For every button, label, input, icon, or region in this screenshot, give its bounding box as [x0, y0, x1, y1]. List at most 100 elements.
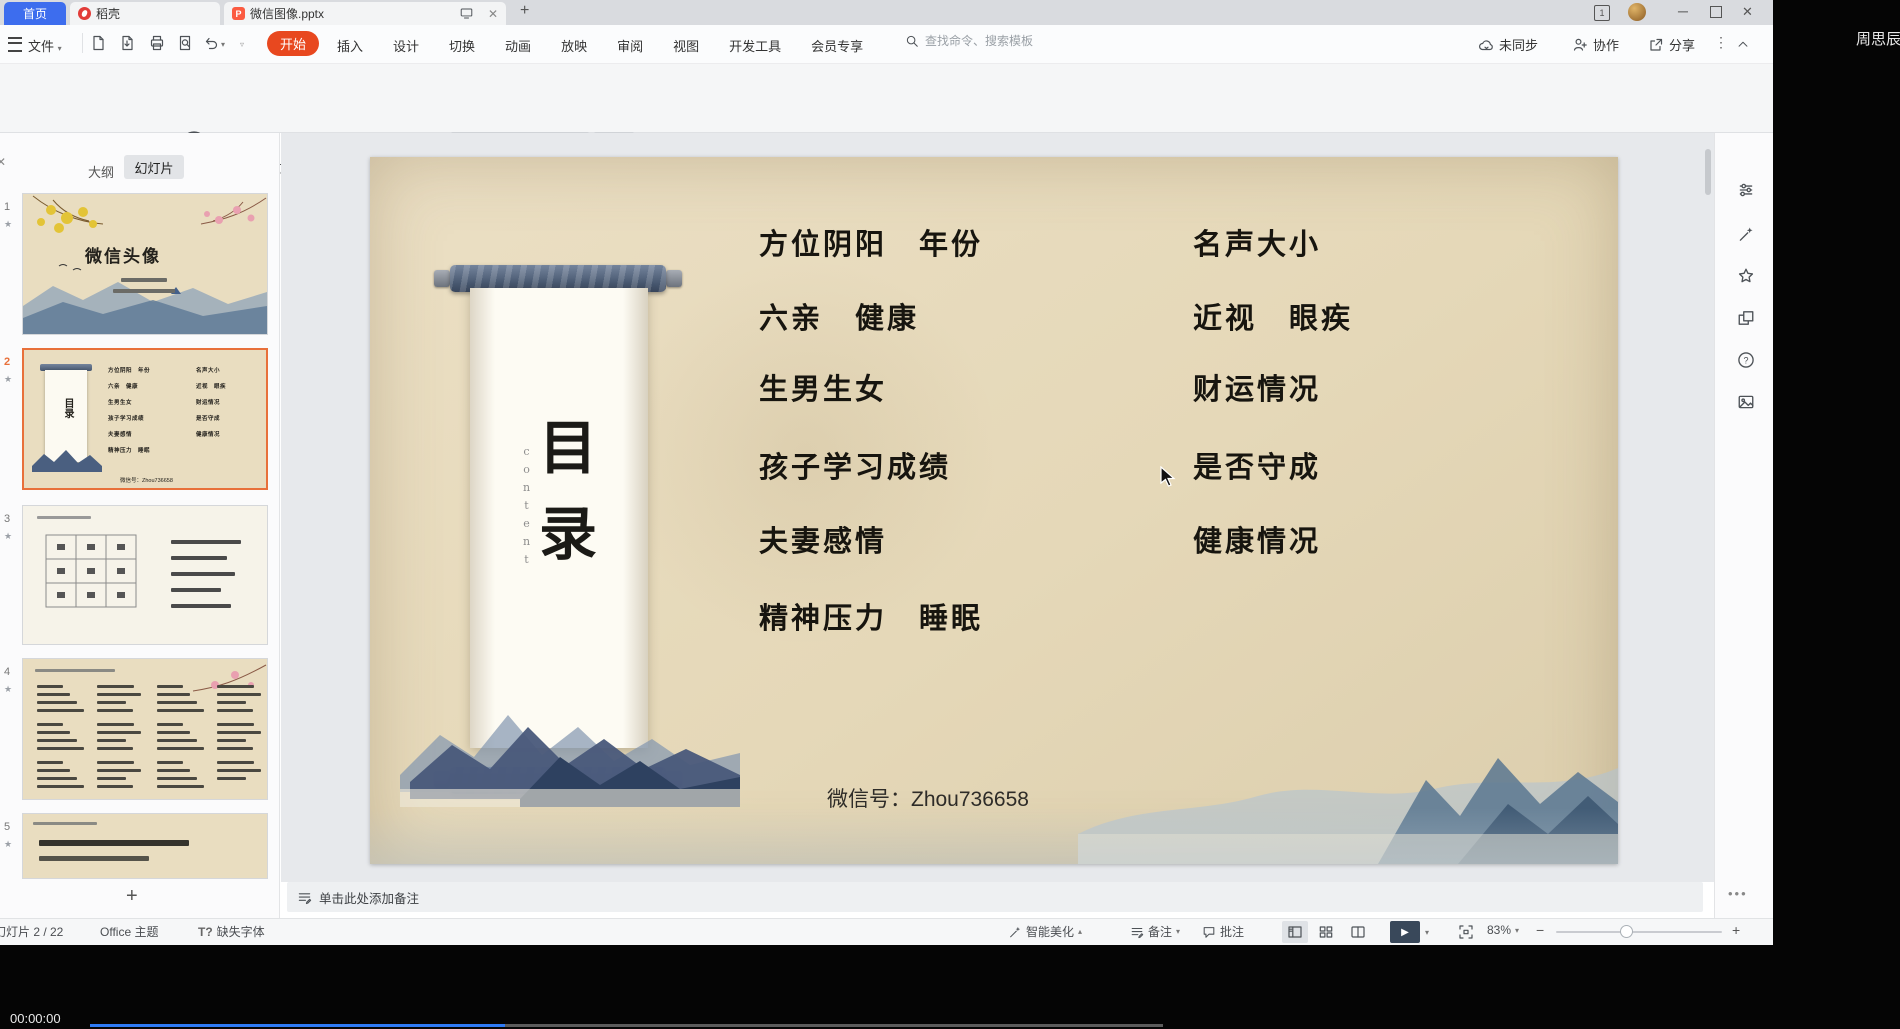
export-icon[interactable] — [119, 35, 135, 51]
print-preview-icon[interactable] — [177, 35, 193, 51]
save-icon[interactable] — [90, 35, 106, 51]
collab-button[interactable]: 协作 — [1572, 35, 1619, 54]
toc-item[interactable]: 精神压力 睡眠 — [759, 595, 983, 637]
zoom-level[interactable]: 83% ▾ — [1487, 923, 1519, 937]
thumb4-text-bar — [37, 739, 77, 742]
notes-bar[interactable]: 单击此处添加备注 — [287, 882, 1703, 912]
toc-item[interactable]: 六亲 健康 — [759, 295, 919, 337]
menu-design[interactable]: 设计 — [393, 36, 419, 55]
menu-file[interactable]: 文件 ▾ — [28, 36, 62, 55]
zoom-slider-thumb[interactable] — [1620, 925, 1633, 938]
theme-label[interactable]: Office 主题 — [100, 923, 158, 940]
thumb4-text-bar — [217, 761, 254, 764]
comments-icon — [1202, 925, 1216, 939]
help-panel-icon[interactable]: ? — [1737, 351, 1755, 369]
material-panel-icon[interactable] — [1737, 393, 1755, 411]
toc-item[interactable]: 生男生女 — [759, 366, 887, 408]
design-panel-icon[interactable] — [1737, 309, 1755, 327]
toc-item[interactable]: 近视 眼疾 — [1193, 295, 1353, 337]
more-menu-icon[interactable]: ⋮ — [1714, 34, 1729, 51]
thumb2-toc-item: 六亲 健康 — [108, 384, 139, 390]
thumb2-toc-item: 财运情况 — [196, 400, 221, 406]
toc-item[interactable]: 名声大小 — [1193, 221, 1321, 263]
restore-icon[interactable] — [1710, 6, 1722, 18]
tab-slides[interactable]: 幻灯片 — [124, 155, 184, 179]
window-close-icon[interactable]: ✕ — [1742, 4, 1753, 20]
slide-number: 1 — [4, 201, 11, 213]
notes-more-icon[interactable]: ••• — [1728, 886, 1748, 901]
menu-insert[interactable]: 插入 — [337, 36, 363, 55]
quick-toolbar-caret[interactable]: ▿ — [240, 40, 244, 49]
toc-item[interactable]: 方位阴阳 年份 — [759, 221, 983, 263]
menu-transition[interactable]: 切换 — [449, 36, 475, 55]
tab-document[interactable]: P 微信图像.pptx ✕ — [224, 2, 506, 25]
cast-icon[interactable] — [460, 7, 473, 20]
presenter-name-overlay: 周思辰 — [1856, 31, 1900, 48]
object-properties-icon[interactable] — [1737, 181, 1755, 199]
toc-item[interactable]: 孩子学习成绩 — [759, 444, 951, 486]
search-icon — [905, 34, 919, 48]
slide-thumbnail-4[interactable] — [22, 658, 268, 800]
wechat-footer[interactable]: 微信号：Zhou736658 — [827, 783, 1029, 813]
slideshow-play-caret[interactable]: ▾ — [1425, 928, 1429, 937]
view-normal-button[interactable] — [1282, 921, 1308, 943]
slide-thumbnail-5[interactable] — [22, 813, 268, 879]
toc-item[interactable]: 财运情况 — [1193, 366, 1321, 408]
hamburger-icon[interactable] — [8, 37, 22, 52]
view-reading-icon[interactable] — [1350, 924, 1366, 940]
menu-slideshow[interactable]: 放映 — [561, 36, 587, 55]
zoom-out-button[interactable]: − — [1536, 922, 1544, 938]
tab-docer[interactable]: 稻壳 — [70, 2, 220, 25]
print-icon[interactable] — [149, 35, 165, 51]
comments-toggle[interactable]: 批注 — [1202, 923, 1244, 940]
slide-thumbnail-3[interactable] — [22, 505, 268, 645]
sync-button[interactable]: 未同步 — [1478, 35, 1538, 54]
beautify-panel-icon[interactable] — [1737, 225, 1755, 243]
thumb4-text-bar — [37, 785, 84, 788]
minimize-icon[interactable]: ─ — [1678, 3, 1688, 19]
search-placeholder: 查找命令、搜索模板 — [925, 34, 1034, 48]
slide-thumbnail-2[interactable]: 目录 方位阴阳 年份 六亲 健康 生男生女 孩子学习成绩 夫妻感情 精神压力 睡眠 名声大小… — [22, 348, 268, 490]
menu-devtools[interactable]: 开发工具 — [729, 36, 781, 55]
missing-font-button[interactable]: T? 缺失字体 — [198, 923, 265, 940]
zoom-in-button[interactable]: + — [1732, 922, 1740, 938]
menu-view[interactable]: 视图 — [673, 36, 699, 55]
svg-text:?: ? — [1744, 355, 1749, 365]
undo-caret[interactable]: ▾ — [221, 40, 225, 49]
new-tab-button[interactable]: + — [520, 2, 529, 20]
window-badge[interactable]: 1 — [1594, 5, 1610, 21]
zoom-slider-track[interactable] — [1556, 931, 1722, 933]
slide-editor[interactable]: content 目 录 方位阴阳 年份 六亲 健康 生男生女 孩子学习成绩 夫妻感情 精神… — [370, 157, 1618, 864]
tab-bar: 首页 稻壳 P 微信图像.pptx ✕ + 1 ─ ✕ — [0, 0, 1773, 25]
toc-item[interactable]: 夫妻感情 — [759, 518, 887, 560]
add-slide-button[interactable]: + — [126, 885, 138, 908]
undo-icon[interactable] — [203, 35, 219, 51]
tab-home[interactable]: 首页 — [4, 2, 66, 25]
avatar[interactable] — [1628, 3, 1646, 21]
menu-animation[interactable]: 动画 — [505, 36, 531, 55]
toc-item[interactable]: 是否守成 — [1193, 444, 1321, 486]
beautify-button[interactable]: 智能美化 ▴ — [1008, 923, 1082, 940]
tab-outline[interactable]: 大纲 — [88, 162, 114, 181]
menu-start[interactable]: 开始 — [267, 31, 319, 56]
animation-panel-icon[interactable] — [1737, 267, 1755, 285]
tab-close-icon[interactable]: ✕ — [488, 7, 498, 21]
thumb4-text-bar — [217, 739, 246, 742]
view-normal-icon — [1287, 924, 1303, 940]
panel-close-icon[interactable]: ✕ — [0, 155, 6, 169]
collapse-ribbon-icon[interactable] — [1736, 37, 1750, 51]
view-sorter-icon[interactable] — [1318, 924, 1334, 940]
fit-slide-icon[interactable] — [1458, 924, 1474, 940]
canvas-scrollbar-thumb[interactable] — [1705, 149, 1711, 195]
thumb2-toc-item: 孩子学习成绩 — [108, 416, 145, 422]
scroll-cap — [434, 270, 450, 287]
menu-member-benefits[interactable]: 会员专享 — [811, 36, 863, 55]
toc-item[interactable]: 健康情况 — [1193, 518, 1321, 560]
slide-thumbnail-1[interactable]: 微信头像 — [22, 193, 268, 335]
thumb4-text-bar — [37, 723, 63, 726]
share-button[interactable]: 分享 — [1648, 35, 1695, 54]
slideshow-play-button[interactable]: ▶ — [1390, 921, 1420, 943]
notes-toggle[interactable]: 备注 ▾ — [1130, 923, 1180, 940]
menu-review[interactable]: 审阅 — [617, 36, 643, 55]
command-search[interactable]: 查找命令、搜索模板 — [905, 32, 1033, 49]
